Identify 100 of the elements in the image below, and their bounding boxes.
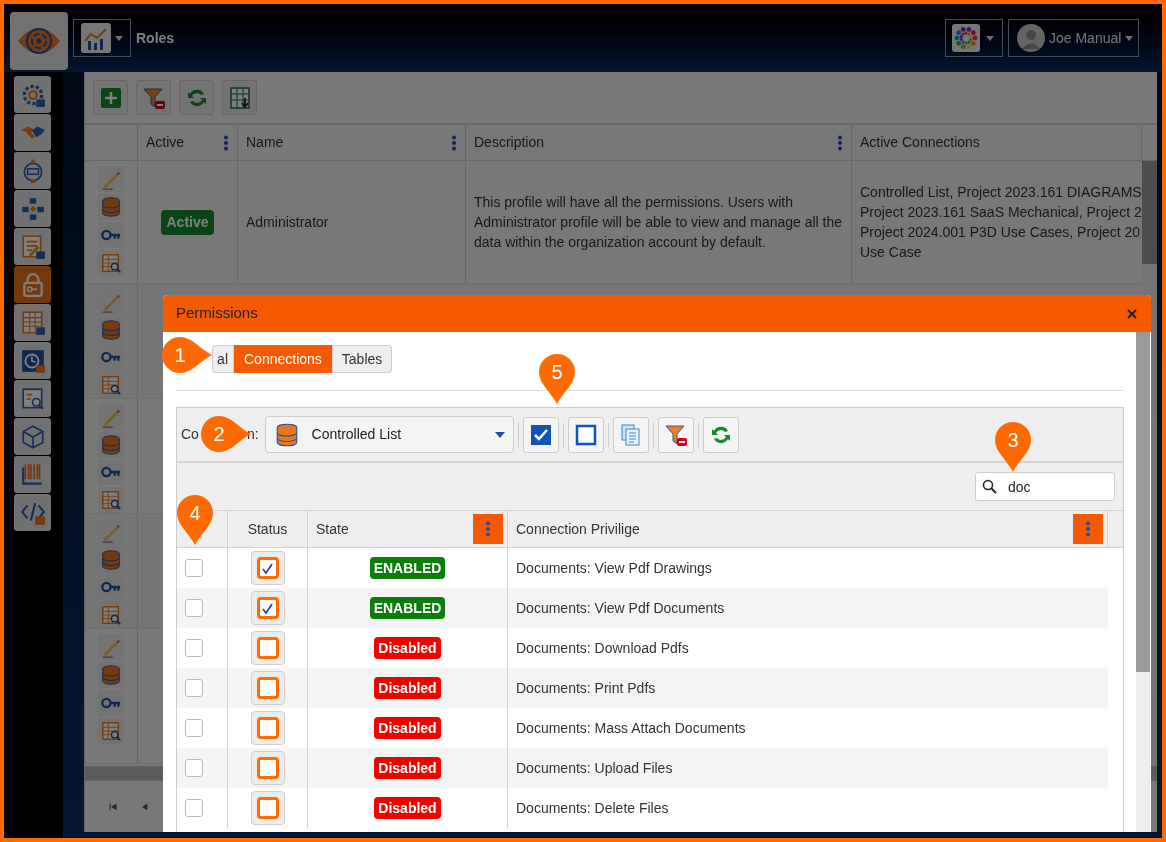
database-button[interactable] — [98, 431, 124, 458]
copy-button[interactable] — [612, 416, 649, 453]
row-checkbox[interactable] — [185, 679, 203, 697]
database-icon — [100, 433, 122, 456]
table-search-button[interactable] — [98, 718, 124, 744]
logo-button[interactable] — [10, 12, 68, 70]
state-badge: Disabled — [374, 637, 441, 659]
table-cell-text: This profile will have all the permissions. Users with Administrator profile will be able to view and manage all the data within the organization account by default. — [474, 193, 843, 252]
table-cell-text: Use Case — [860, 243, 922, 262]
sidebar-item[interactable] — [14, 380, 51, 417]
sidebar-item[interactable] — [14, 76, 51, 113]
key-button[interactable] — [98, 690, 124, 716]
pencil-button[interactable] — [98, 634, 124, 660]
callout-marker: 1 — [160, 335, 212, 375]
column-menu-button[interactable] — [473, 514, 503, 544]
tab[interactable]: Tables — [331, 345, 393, 373]
spreadsheet-export-button[interactable] — [222, 80, 257, 115]
clear-filter-button[interactable] — [657, 416, 694, 453]
checked-box-button[interactable] — [522, 416, 559, 453]
spreadsheet-icon — [19, 309, 46, 336]
connection-dropdown[interactable]: Controlled List — [264, 416, 514, 453]
add-icon — [98, 85, 123, 110]
sidebar-item[interactable] — [14, 114, 51, 151]
key-button[interactable] — [98, 459, 124, 486]
field-label: Co — [181, 425, 199, 444]
close-icon[interactable] — [1126, 307, 1138, 320]
row-checkbox[interactable] — [185, 599, 203, 617]
avatar-icon — [1017, 24, 1045, 52]
table-cell-text: Controlled List, Project 2023.161 DIAGRAMS — [860, 183, 1142, 202]
row-checkbox[interactable] — [185, 799, 203, 817]
sidebar-item[interactable] — [14, 228, 51, 265]
sidebar-item[interactable] — [14, 190, 51, 227]
spreadsheet-export-icon — [227, 85, 252, 110]
table-search-icon — [100, 374, 122, 397]
database-button[interactable] — [98, 194, 124, 220]
table-search-button[interactable] — [98, 487, 124, 513]
state-badge: Disabled — [374, 677, 441, 699]
status-checkbox[interactable] — [250, 551, 285, 585]
cube-icon — [19, 423, 46, 450]
kebab-icon[interactable] — [1085, 521, 1091, 537]
column-header: Active — [146, 133, 185, 152]
sidebar-item[interactable] — [14, 494, 51, 531]
dialog-title: Permissions — [176, 303, 258, 324]
column-menu-icon[interactable] — [837, 134, 843, 151]
tab[interactable]: al — [212, 345, 234, 373]
clear-filter-icon — [141, 85, 166, 110]
pencil-button[interactable] — [98, 404, 124, 430]
table-cell-text: Administrator — [246, 212, 329, 232]
sidebar-item[interactable] — [14, 304, 51, 341]
scrollbar-thumb[interactable] — [1142, 161, 1157, 264]
database-button[interactable] — [98, 662, 124, 688]
report-search-icon — [19, 385, 46, 412]
caret-icon — [494, 431, 505, 438]
checked-box-icon — [528, 422, 553, 447]
status-checkbox[interactable] — [250, 631, 285, 665]
copy-icon — [618, 422, 643, 447]
database-icon — [100, 548, 122, 571]
status-checkbox[interactable] — [250, 711, 285, 745]
module-dropdown[interactable] — [73, 19, 131, 57]
callout-marker: 5 — [537, 352, 577, 404]
status-checkbox[interactable] — [250, 791, 285, 825]
database-icon — [100, 664, 122, 686]
column-header: Connection Privilige — [516, 519, 640, 539]
checkmark-icon — [261, 561, 274, 575]
table-cell-text: Documents: View Pdf Drawings — [516, 558, 712, 578]
key-button[interactable] — [98, 222, 124, 248]
empty-box-button[interactable] — [567, 416, 604, 453]
sidebar-item[interactable] — [14, 342, 51, 379]
user-menu-button[interactable]: Joe Manual — [1008, 19, 1139, 57]
status-checkbox[interactable] — [250, 591, 285, 625]
pencil-button[interactable] — [98, 166, 124, 192]
sidebar-item[interactable] — [14, 418, 51, 455]
form-edit-icon — [19, 233, 46, 260]
kebab-icon[interactable] — [485, 521, 491, 537]
add-button[interactable] — [93, 80, 128, 115]
search-field[interactable]: doc — [975, 472, 1115, 501]
refresh-button[interactable] — [702, 416, 739, 453]
sidebar-item[interactable] — [14, 266, 51, 303]
clock-history-icon — [19, 347, 46, 374]
column-header: Name — [246, 133, 284, 152]
table-search-button[interactable] — [98, 250, 124, 276]
line-chart-icon — [80, 22, 112, 54]
row-checkbox[interactable] — [185, 559, 203, 577]
row-checkbox[interactable] — [185, 639, 203, 657]
refresh-button[interactable] — [179, 80, 214, 115]
row-checkbox[interactable] — [185, 719, 203, 737]
scrollbar-thumb[interactable] — [1136, 332, 1150, 672]
sidebar-item[interactable] — [14, 152, 51, 189]
sidebar-item[interactable] — [14, 456, 51, 493]
state-badge: ENABLED — [369, 597, 446, 619]
status-checkbox[interactable] — [250, 751, 285, 785]
column-menu-icon[interactable] — [451, 134, 457, 151]
row-checkbox[interactable] — [185, 759, 203, 777]
column-menu-button[interactable] — [1073, 514, 1103, 544]
theme-dropdown[interactable] — [945, 19, 1003, 57]
clear-filter-button[interactable] — [136, 80, 171, 115]
column-menu-icon[interactable] — [223, 134, 229, 151]
callout-marker: 4 — [175, 493, 215, 545]
status-checkbox[interactable] — [250, 671, 285, 705]
table-cell-text: Documents: View Pdf Documents — [516, 598, 725, 618]
